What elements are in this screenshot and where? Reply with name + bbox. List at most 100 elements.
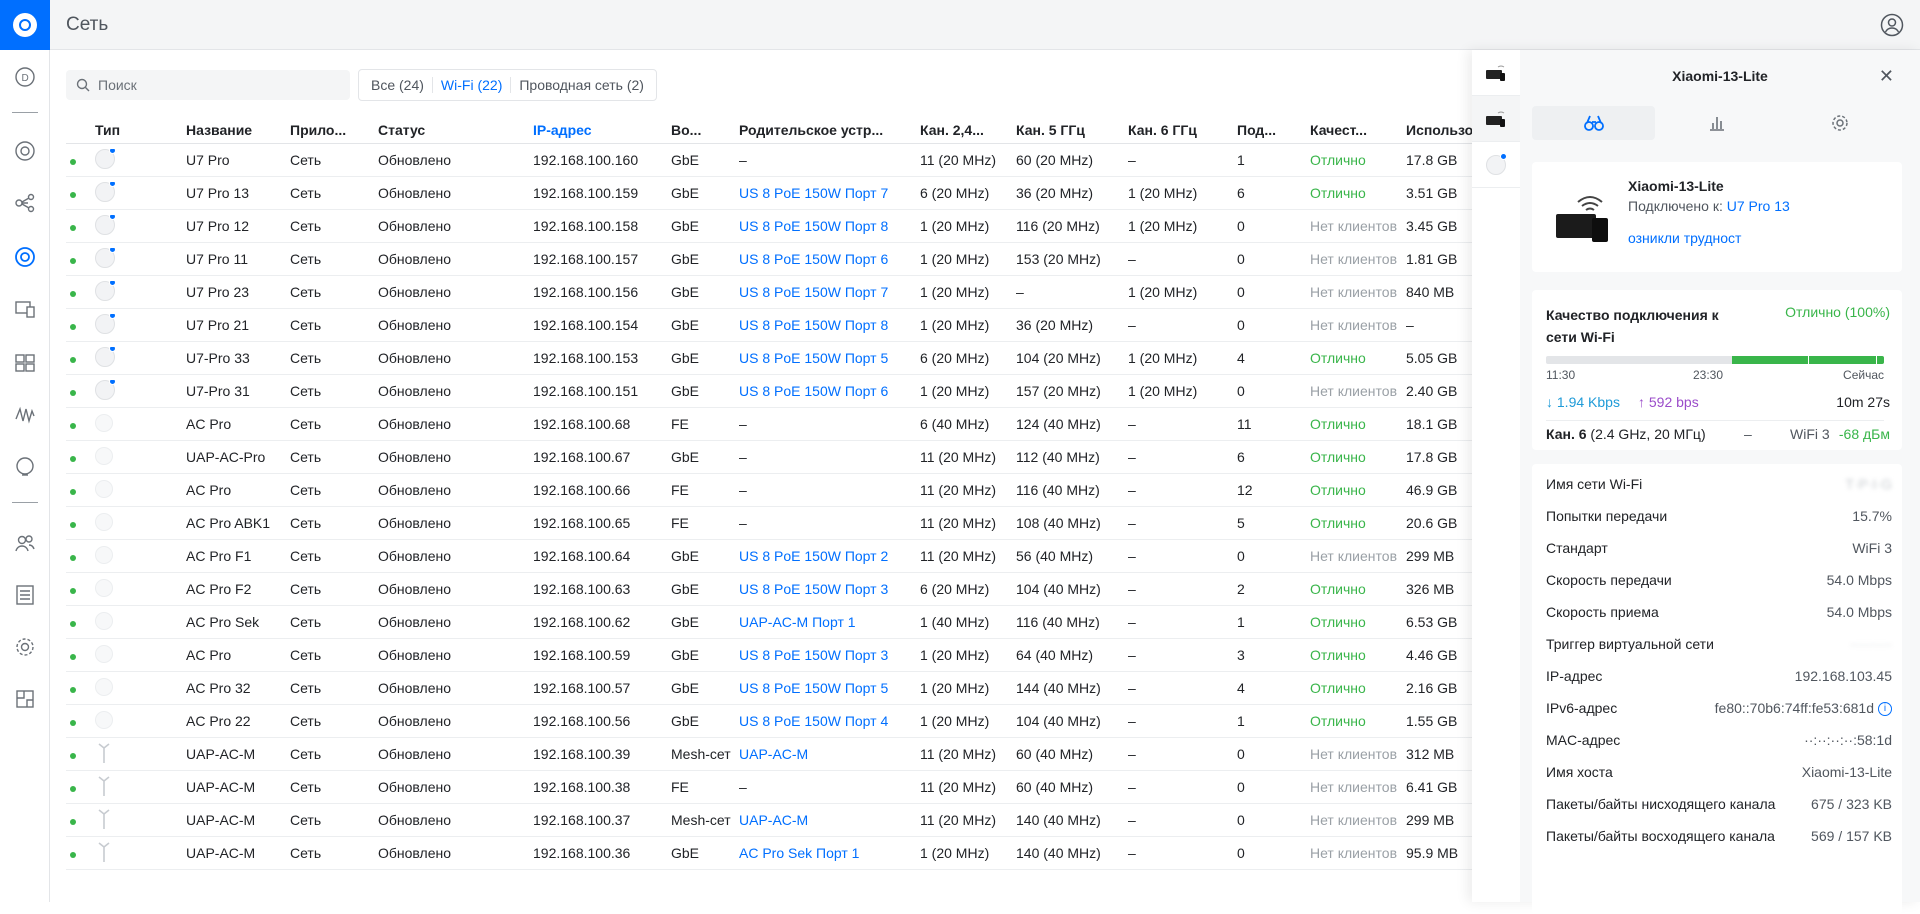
device-name-cell: UAP-AC-M xyxy=(186,812,256,828)
parent-device-cell[interactable]: UAP-AC-M xyxy=(739,812,920,828)
connected-to: Подключено к: U7 Pro 13 xyxy=(1628,198,1790,214)
quality-cell: Нет клиентов xyxy=(1310,812,1398,828)
device-type-cell xyxy=(95,214,186,238)
col-ch5[interactable]: Кан. 5 ГГц xyxy=(1016,122,1128,138)
detail-value-text: 675 / 323 KB xyxy=(1811,796,1892,812)
parent-device-cell[interactable]: US 8 PoE 150W Порт 4 xyxy=(739,713,920,729)
sidebar-unifi-devices-icon[interactable] xyxy=(12,244,38,270)
table-row[interactable]: U7 Pro 21 Сеть Обновлено 192.168.100.154 GbE… xyxy=(66,309,1526,342)
table-row[interactable]: UAP-AC-Pro Сеть Обновлено 192.168.100.67 GbE… xyxy=(66,441,1526,474)
col-ch24[interactable]: Кан. 2,4... xyxy=(920,122,1016,138)
ip-cell: 192.168.100.159 xyxy=(533,185,639,201)
close-icon[interactable]: ✕ xyxy=(1879,67,1894,85)
table-row[interactable]: AC Pro Сеть Обновлено 192.168.100.66 FE – 11 (… xyxy=(66,474,1526,507)
device-name-cell: UAP-AC-M xyxy=(186,845,256,861)
client-details-card: Имя сети Wi-Fi T·P·I·G Попытки передачи 15.… xyxy=(1532,464,1902,914)
sidebar-logs-icon[interactable] xyxy=(12,582,38,608)
device-type-cell xyxy=(95,413,186,435)
sidebar-client-devices-icon[interactable] xyxy=(12,296,38,322)
sidebar-innerspace-map-icon[interactable] xyxy=(12,686,38,712)
col-parent[interactable]: Родительское устр... xyxy=(739,122,920,138)
sidebar-topology-icon[interactable] xyxy=(12,138,38,164)
table-row[interactable]: U7-Pro 31 Сеть Обновлено 192.168.100.151 GbE… xyxy=(66,375,1526,408)
uplink-cell: FE xyxy=(671,416,689,432)
col-status[interactable]: Статус xyxy=(378,122,533,138)
table-row[interactable]: UAP-AC-M Сеть Обновлено 192.168.100.37 Mesh-… xyxy=(66,804,1526,837)
sidebar-insights-icon[interactable] xyxy=(12,402,38,428)
table-row[interactable]: U7-Pro 33 Сеть Обновлено 192.168.100.153 GbE… xyxy=(66,342,1526,375)
parent-device-cell[interactable]: US 8 PoE 150W Порт 6 xyxy=(739,383,920,399)
table-row[interactable]: U7 Pro 23 Сеть Обновлено 192.168.100.156 GbE… xyxy=(66,276,1526,309)
parent-device-cell[interactable]: US 8 PoE 150W Порт 6 xyxy=(739,251,920,267)
sidebar-clients-graph-icon[interactable] xyxy=(12,190,38,216)
table-row[interactable]: AC Pro F1 Сеть Обновлено 192.168.100.64 GbE U… xyxy=(66,540,1526,573)
tab-overview[interactable] xyxy=(1532,106,1656,140)
table-row[interactable]: AC Pro ABK1 Сеть Обновлено 192.168.100.65 FE… xyxy=(66,507,1526,540)
col-quality[interactable]: Качест... xyxy=(1310,122,1406,138)
col-clients[interactable]: Под... xyxy=(1237,122,1310,138)
parent-device-cell[interactable]: US 8 PoE 150W Порт 7 xyxy=(739,185,920,201)
parent-device-cell[interactable]: US 8 PoE 150W Порт 7 xyxy=(739,284,920,300)
table-row[interactable]: AC Pro 22 Сеть Обновлено 192.168.100.56 GbE U… xyxy=(66,705,1526,738)
table-row[interactable]: AC Pro Sek Сеть Обновлено 192.168.100.62 GbE… xyxy=(66,606,1526,639)
table-row[interactable]: U7 Pro 12 Сеть Обновлено 192.168.100.158 GbE… xyxy=(66,210,1526,243)
table-row[interactable]: AC Pro Сеть Обновлено 192.168.100.68 FE – 6 (4… xyxy=(66,408,1526,441)
parent-device-cell[interactable]: US 8 PoE 150W Порт 5 xyxy=(739,680,920,696)
parent-device-cell[interactable]: US 8 PoE 150W Порт 5 xyxy=(739,350,920,366)
table-row[interactable]: U7 Pro 11 Сеть Обновлено 192.168.100.157 GbE… xyxy=(66,243,1526,276)
table-row[interactable]: U7 Pro Сеть Обновлено 192.168.100.160 GbE –11… xyxy=(66,144,1526,177)
parent-device-cell[interactable]: AC Pro Sek Порт 1 xyxy=(739,845,920,861)
parent-device-cell[interactable]: US 8 PoE 150W Порт 2 xyxy=(739,548,920,564)
search-input[interactable] xyxy=(98,77,338,93)
troubleshoot-link[interactable]: озникли трудност xyxy=(1628,230,1748,246)
col-ip[interactable]: IP-адрес xyxy=(533,122,671,138)
col-ch6[interactable]: Кан. 6 ГГц xyxy=(1128,122,1237,138)
col-name[interactable]: Название xyxy=(186,122,290,138)
filter-wifi[interactable]: Wi-Fi (22) xyxy=(433,77,512,93)
ch24-cell: 1 (20 MHz) xyxy=(920,713,990,729)
clients-count-cell: 1 xyxy=(1237,614,1245,630)
sidebar-divider xyxy=(12,112,38,113)
tab-settings[interactable] xyxy=(1779,106,1902,140)
info-icon[interactable]: i xyxy=(1878,702,1892,717)
panel-device-phone-icon-active[interactable] xyxy=(1472,96,1520,142)
quality-cell: Отлично xyxy=(1310,416,1366,432)
col-uplink[interactable]: Во... xyxy=(671,122,739,138)
parent-device-cell[interactable]: US 8 PoE 150W Порт 8 xyxy=(739,218,920,234)
ch5-cell: 116 (40 MHz) xyxy=(1016,614,1100,630)
detail-row: Попытки передачи 15.7% xyxy=(1546,508,1892,528)
table-row[interactable]: AC Pro Сеть Обновлено 192.168.100.59 GbE US 8… xyxy=(66,639,1526,672)
filter-wired[interactable]: Проводная сеть (2) xyxy=(511,77,652,93)
user-account-icon[interactable] xyxy=(1880,13,1904,37)
sidebar-ports-icon[interactable] xyxy=(12,350,38,376)
col-app[interactable]: Прило... xyxy=(290,122,378,138)
connected-ap-link[interactable]: U7 Pro 13 xyxy=(1727,198,1790,214)
ch6-cell: – xyxy=(1128,812,1136,828)
search-box[interactable] xyxy=(66,70,350,100)
parent-device-cell[interactable]: UAP-AC-M xyxy=(739,746,920,762)
detail-value: Xiaomi-13-Lite xyxy=(1802,764,1892,780)
parent-device-cell[interactable]: US 8 PoE 150W Порт 3 xyxy=(739,647,920,663)
panel-device-ap-icon[interactable] xyxy=(1472,142,1520,188)
table-row[interactable]: UAP-AC-M Сеть Обновлено 192.168.100.36 GbE AC… xyxy=(66,837,1526,870)
col-type[interactable]: Тип xyxy=(95,122,186,138)
parent-device-cell[interactable]: US 8 PoE 150W Порт 8 xyxy=(739,317,920,333)
table-row[interactable]: AC Pro 32 Сеть Обновлено 192.168.100.57 GbE U… xyxy=(66,672,1526,705)
filter-all[interactable]: Все (24) xyxy=(363,77,433,93)
panel-device-phone-icon[interactable] xyxy=(1472,50,1520,96)
sidebar-settings-gear-icon[interactable] xyxy=(12,634,38,660)
parent-device-cell[interactable]: UAP-AC-M Порт 1 xyxy=(739,614,920,630)
sidebar-alarm-icon[interactable] xyxy=(12,454,38,480)
quality-tick xyxy=(1876,356,1877,364)
sidebar-dashboard-icon[interactable]: D xyxy=(12,64,38,90)
unifi-logo-icon[interactable] xyxy=(0,0,50,50)
parent-device-cell[interactable]: US 8 PoE 150W Порт 3 xyxy=(739,581,920,597)
access-point-icon xyxy=(95,214,116,235)
sidebar-admins-icon[interactable] xyxy=(12,530,38,556)
table-row[interactable]: U7 Pro 13 Сеть Обновлено 192.168.100.159 GbE… xyxy=(66,177,1526,210)
table-row[interactable]: UAP-AC-M Сеть Обновлено 192.168.100.39 Mesh-… xyxy=(66,738,1526,771)
table-row[interactable]: UAP-AC-M Сеть Обновлено 192.168.100.38 FE – 11… xyxy=(66,771,1526,804)
tab-statistics[interactable] xyxy=(1655,106,1778,140)
table-row[interactable]: AC Pro F2 Сеть Обновлено 192.168.100.63 GbE U… xyxy=(66,573,1526,606)
device-name-cell: AC Pro Sek xyxy=(186,614,260,630)
